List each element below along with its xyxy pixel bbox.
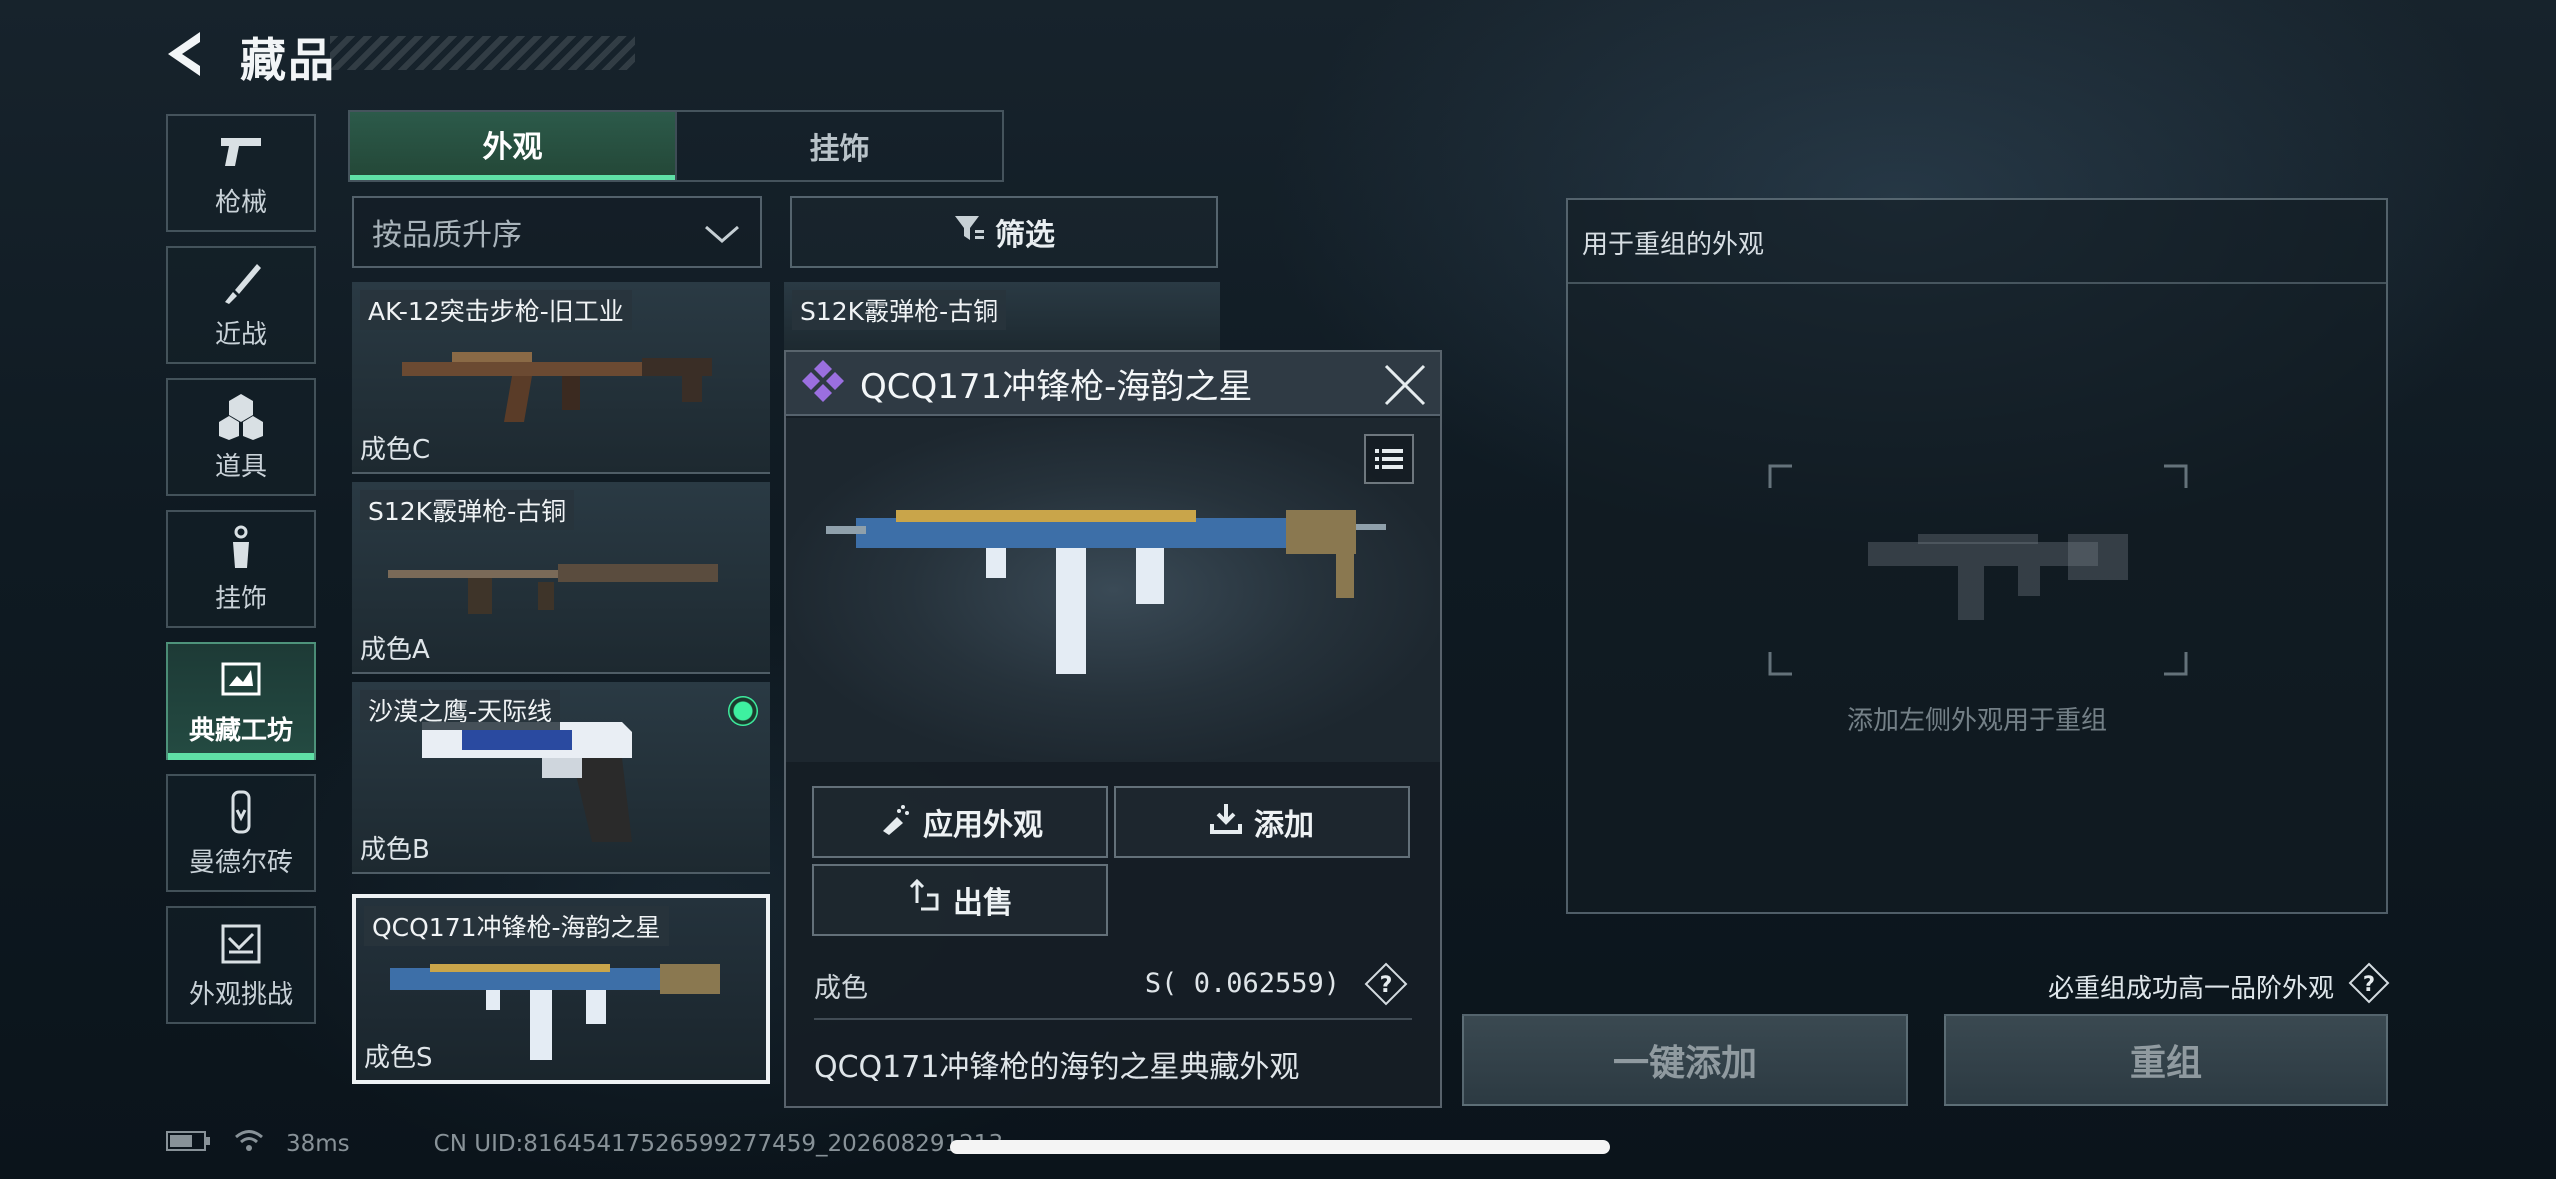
item-name: QCQ171冲锋枪-海韵之星 xyxy=(364,906,669,946)
category-label: 近战 xyxy=(214,319,267,350)
category-label: 道具 xyxy=(214,451,267,482)
popup-header: QCQ171冲锋枪-海韵之星 xyxy=(786,352,1440,416)
shotgun-image xyxy=(388,532,728,636)
item-grade: 成色C xyxy=(360,435,431,465)
sort-dropdown[interactable]: 按品质升序 xyxy=(352,196,762,268)
download-icon xyxy=(1210,802,1242,842)
item-name: AK-12突击步枪-旧工业 xyxy=(360,290,632,330)
item-name: S12K霰弹枪-古铜 xyxy=(360,490,575,530)
category-charms[interactable]: 挂饰 xyxy=(166,510,316,628)
sell-icon xyxy=(907,878,941,921)
sell-button[interactable]: 出售 xyxy=(812,864,1108,936)
sell-label: 出售 xyxy=(953,886,1013,921)
list-view-icon[interactable] xyxy=(1364,434,1414,484)
sort-label: 按品质升序 xyxy=(372,218,522,253)
rework-hint: 添加左侧外观用于重组 xyxy=(1846,706,2107,736)
rework-panel-title: 用于重组的外观 xyxy=(1582,230,1765,260)
rework-slot[interactable] xyxy=(1728,464,2228,676)
filter-label: 筛选 xyxy=(995,218,1055,253)
title-decoration xyxy=(330,36,635,70)
smg-image xyxy=(390,938,740,1072)
svg-text:?: ? xyxy=(2363,972,2375,996)
grade-label: 成色 xyxy=(814,973,868,1004)
popup-title: QCQ171冲锋枪-海韵之星 xyxy=(860,366,1253,407)
category-guns[interactable]: 枪械 xyxy=(166,114,316,232)
category-label: 典藏工坊 xyxy=(188,715,293,746)
rifle-image xyxy=(392,322,732,436)
category-items[interactable]: 道具 xyxy=(166,378,316,496)
battery-icon xyxy=(166,1130,212,1158)
rarity-diamond-icon xyxy=(798,356,848,410)
skin-preview xyxy=(786,418,1440,762)
wifi-icon xyxy=(234,1128,264,1160)
category-challenge[interactable]: 外观挑战 xyxy=(166,906,316,1024)
charm-icon xyxy=(217,524,265,572)
page-title: 藏品 xyxy=(240,33,336,87)
category-mandel-brick[interactable]: 曼德尔砖 xyxy=(166,774,316,892)
chevron-down-icon xyxy=(702,220,742,255)
skin-detail-popup: QCQ171冲锋枪-海韵之星 应用外观 添加 出售 成色 S(0.062559… xyxy=(784,350,1442,1108)
category-melee[interactable]: 近战 xyxy=(166,246,316,364)
uid-text: CN UID:8164541752659927745­9_20260829121… xyxy=(433,1131,1004,1157)
workshop-icon xyxy=(217,656,265,704)
rework-button[interactable]: 重组 xyxy=(1944,1014,2388,1106)
category-label: 挂饰 xyxy=(214,583,267,614)
help-icon[interactable]: ? xyxy=(1364,962,1408,1006)
filter-button[interactable]: 筛选 xyxy=(790,196,1218,268)
tab-charms[interactable]: 挂饰 xyxy=(675,112,1002,180)
equipped-indicator-icon xyxy=(728,696,758,726)
spray-icon xyxy=(877,801,911,843)
divider xyxy=(1568,282,2386,284)
item-grade: 成色A xyxy=(360,635,430,665)
list-item[interactable]: S12K霰弹枪-古铜 成色A xyxy=(352,482,770,674)
guarantee-text: 必重组成功高一品阶外观 xyxy=(2047,974,2334,1004)
close-icon[interactable] xyxy=(1382,362,1428,408)
filter-icon xyxy=(953,212,985,252)
rework-label: 重组 xyxy=(2129,1043,2202,1084)
status-bar: 38ms CN UID:8164541752659927745­9_202608… xyxy=(166,1128,1003,1160)
rework-guarantee: 必重组成功高一品阶外观 ? xyxy=(2048,962,2390,1011)
home-indicator[interactable] xyxy=(950,1140,1610,1154)
item-grade: 成色S xyxy=(364,1043,433,1073)
item-name: 沙漠之鹰-天际线 xyxy=(360,690,561,730)
add-button[interactable]: 添加 xyxy=(1114,786,1410,858)
list-item[interactable]: S12K霰弹枪-古铜 xyxy=(784,282,1220,352)
divider xyxy=(814,1018,1412,1020)
list-item[interactable]: 沙漠之鹰-天际线 成色B xyxy=(352,682,770,874)
add-label: 添加 xyxy=(1254,808,1314,843)
grade-value: S( 0.062559) xyxy=(1144,968,1340,999)
help-icon[interactable]: ? xyxy=(2348,962,2390,1011)
mandel-brick-icon xyxy=(217,788,265,836)
apply-label: 应用外观 xyxy=(923,808,1043,843)
grenade-icon xyxy=(217,392,265,440)
ping-text: 38ms xyxy=(286,1131,350,1157)
category-label: 枪械 xyxy=(214,187,267,218)
svg-text:?: ? xyxy=(1380,973,1393,998)
back-arrow-icon[interactable] xyxy=(160,28,216,80)
tab-bar: 外观 挂饰 xyxy=(348,110,1004,182)
challenge-icon xyxy=(217,920,265,968)
apply-appearance-button[interactable]: 应用外观 xyxy=(812,786,1108,858)
category-label: 曼德尔砖 xyxy=(188,847,293,878)
item-name: S12K霰弹枪-古铜 xyxy=(792,290,1007,330)
knife-icon xyxy=(217,260,265,308)
rework-panel: 用于重组的外观 添加左侧外观用于重组 xyxy=(1566,198,2388,914)
category-label: 外观挑战 xyxy=(188,979,293,1010)
list-item[interactable]: QCQ171冲锋枪-海韵之星 成色S xyxy=(352,894,770,1084)
list-item[interactable]: AK-12突击步枪-旧工业 成色C xyxy=(352,282,770,474)
skin-description: QCQ171冲锋枪的海钓之星典藏外观 xyxy=(814,1050,1300,1085)
one-click-add-button[interactable]: 一键添加 xyxy=(1462,1014,1908,1106)
item-grade: 成色B xyxy=(360,835,430,865)
tab-appearance[interactable]: 外观 xyxy=(350,112,675,180)
gun-icon xyxy=(217,128,265,176)
one-click-add-label: 一键添加 xyxy=(1612,1043,1757,1084)
category-workshop[interactable]: 典藏工坊 xyxy=(166,642,316,760)
